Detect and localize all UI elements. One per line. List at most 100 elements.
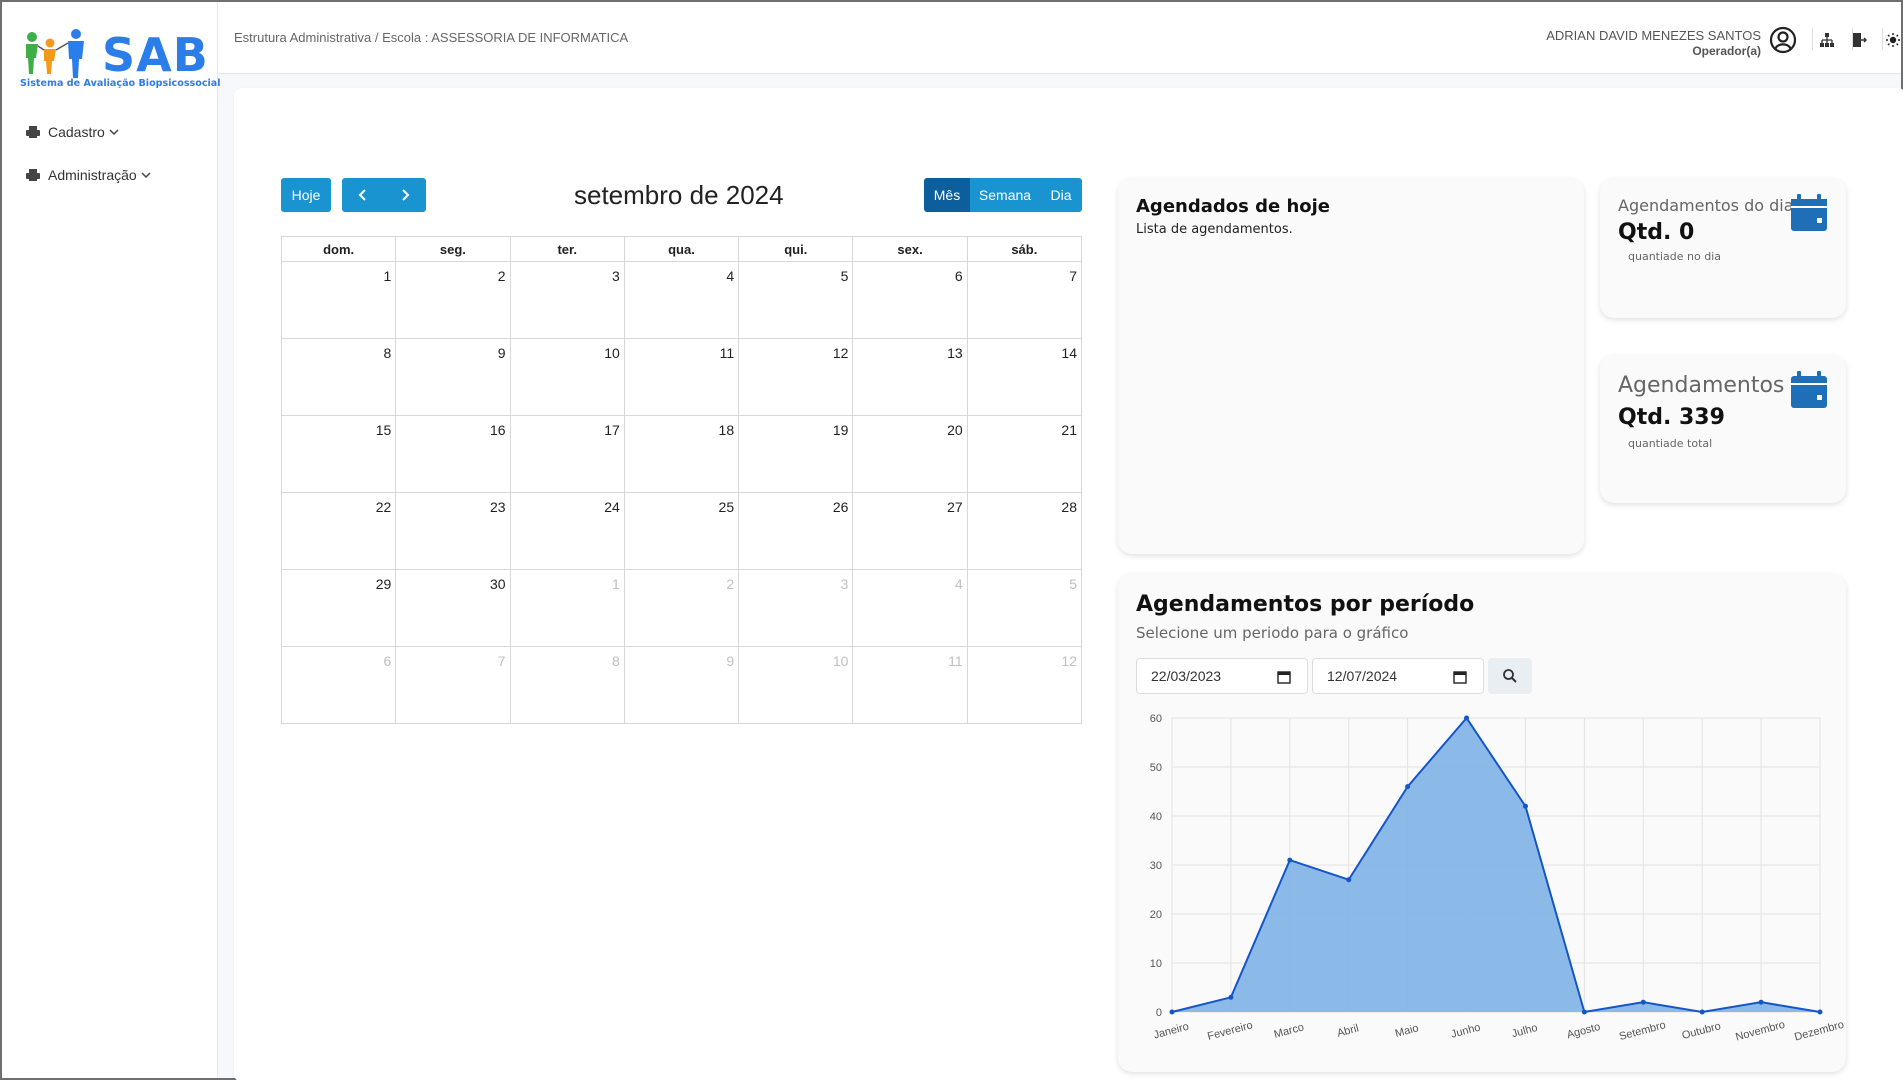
day-cell[interactable]: 16	[395, 415, 511, 493]
x-tick-label: Maio	[1394, 1022, 1420, 1040]
view-day-button[interactable]: Dia	[1040, 178, 1082, 212]
day-cell[interactable]: 22	[280, 492, 397, 570]
x-tick-label: Setembro	[1618, 1019, 1667, 1043]
day-cell[interactable]: 5	[738, 261, 854, 339]
day-cell[interactable]: 23	[395, 492, 511, 570]
view-week-button[interactable]: Semana	[970, 178, 1040, 212]
card-subtitle: Lista de agendamentos.	[1136, 222, 1293, 237]
day-cell[interactable]: 11	[623, 338, 740, 416]
day-cell[interactable]: 9	[395, 338, 511, 416]
day-cell-other-month[interactable]: 6	[280, 646, 397, 724]
day-cell-other-month[interactable]: 7	[395, 646, 511, 724]
x-tick-label: Outubro	[1681, 1020, 1723, 1042]
weekday-header: qui.	[738, 236, 854, 262]
day-cell[interactable]: 30	[395, 569, 511, 647]
chevron-down-icon	[141, 172, 151, 179]
day-cell[interactable]: 3	[509, 261, 625, 339]
calendar-picker-icon[interactable]	[1453, 670, 1467, 684]
day-cell[interactable]: 13	[852, 338, 968, 416]
calendar-week-row: 22 23 24 25 26 27 28	[280, 492, 1083, 570]
stat-sub: quantiade total	[1628, 437, 1713, 450]
weekday-header: seg.	[395, 236, 511, 262]
calendar-week-row: 29 30 1 2 3 4 5	[280, 569, 1083, 647]
end-date-input[interactable]: 12/07/2024	[1312, 658, 1484, 694]
calendar-week-row: 15 16 17 18 19 20 21	[280, 415, 1083, 493]
data-point	[1169, 1009, 1175, 1015]
weekday-header: sex.	[852, 236, 968, 262]
day-cell[interactable]: 15	[280, 415, 397, 493]
day-cell[interactable]: 2	[395, 261, 511, 339]
x-tick-label: Abril	[1336, 1022, 1360, 1039]
data-point	[1228, 994, 1234, 1000]
day-cell[interactable]: 29	[280, 569, 397, 647]
card-title: Agendados de hoje	[1136, 196, 1331, 217]
app-logo[interactable]: SAB Sistema de Avaliação Biopsicossocial	[20, 22, 221, 92]
day-cell-other-month[interactable]: 11	[852, 646, 968, 724]
day-cell[interactable]: 27	[852, 492, 968, 570]
day-cell[interactable]: 21	[966, 415, 1083, 493]
logout-icon[interactable]	[1845, 26, 1873, 54]
day-cell-other-month[interactable]: 1	[509, 569, 625, 647]
stat-value: Qtd. 0	[1618, 220, 1695, 245]
day-cell[interactable]: 8	[280, 338, 397, 416]
today-button[interactable]: Hoje	[281, 178, 331, 212]
data-point	[1464, 715, 1470, 721]
day-cell-other-month[interactable]: 3	[738, 569, 854, 647]
day-cell[interactable]: 20	[852, 415, 968, 493]
day-cell-other-month[interactable]: 5	[966, 569, 1083, 647]
day-cell-other-month[interactable]: 4	[852, 569, 968, 647]
sitemap-icon[interactable]	[1813, 26, 1841, 54]
chart-card-title: Agendamentos por período	[1136, 592, 1475, 617]
search-button[interactable]	[1488, 658, 1532, 694]
day-cell[interactable]: 1	[280, 261, 397, 339]
logo-subtitle: Sistema de Avaliação Biopsicossocial	[20, 78, 221, 89]
sidebar-item-administracao[interactable]: Administração	[26, 164, 151, 186]
day-cell[interactable]: 19	[738, 415, 854, 493]
day-cell[interactable]: 14	[966, 338, 1083, 416]
sidebar-item-cadastro[interactable]: Cadastro	[26, 121, 119, 143]
top-header: Estrutura Administrativa / Escola : ASSE…	[218, 2, 1901, 74]
printer-icon	[26, 169, 40, 181]
day-cell[interactable]: 7	[966, 261, 1083, 339]
data-point	[1522, 803, 1528, 809]
theme-sun-icon[interactable]	[1879, 26, 1903, 54]
sidebar: SAB Sistema de Avaliação Biopsicossocial…	[2, 2, 221, 1078]
stat-card-total: Agendamentos Qtd. 339 quantiade total	[1600, 355, 1846, 503]
day-cell[interactable]: 26	[738, 492, 854, 570]
user-profile-icon[interactable]	[1769, 26, 1797, 54]
data-point	[1640, 999, 1646, 1005]
start-date-input[interactable]: 22/03/2023	[1136, 658, 1308, 694]
day-cell-other-month[interactable]: 12	[966, 646, 1083, 724]
day-cell-other-month[interactable]: 10	[738, 646, 854, 724]
chevron-right-icon[interactable]	[398, 188, 412, 202]
day-cell[interactable]: 18	[623, 415, 740, 493]
day-cell[interactable]: 10	[509, 338, 625, 416]
calendar-icon	[1791, 194, 1827, 231]
weekday-header-row: dom. seg. ter. qua. qui. sex. sáb.	[280, 236, 1083, 262]
y-tick-label: 50	[1150, 762, 1162, 774]
day-cell-other-month[interactable]: 8	[509, 646, 625, 724]
data-point	[1405, 784, 1411, 790]
chevron-left-icon[interactable]	[356, 188, 370, 202]
y-tick-label: 0	[1156, 1007, 1162, 1019]
view-month-button[interactable]: Mês	[924, 178, 970, 212]
day-cell[interactable]: 24	[509, 492, 625, 570]
family-logo-icon	[26, 29, 84, 78]
y-tick-label: 30	[1150, 860, 1162, 872]
day-cell[interactable]: 25	[623, 492, 740, 570]
x-tick-label: Novembro	[1734, 1019, 1786, 1044]
day-cell-other-month[interactable]: 9	[623, 646, 740, 724]
stat-card-day: Agendamentos do dia Qtd. 0 quantiade no …	[1600, 178, 1846, 318]
day-cell[interactable]: 17	[509, 415, 625, 493]
sidebar-item-label: Administração	[48, 167, 137, 183]
y-tick-label: 60	[1150, 713, 1162, 725]
day-cell[interactable]: 4	[623, 261, 740, 339]
day-cell-other-month[interactable]: 2	[623, 569, 740, 647]
calendar-view-switch: Mês Semana Dia	[924, 178, 1082, 212]
calendar-icon	[1791, 371, 1827, 408]
day-cell[interactable]: 28	[966, 492, 1083, 570]
day-cell[interactable]: 12	[738, 338, 854, 416]
calendar-picker-icon[interactable]	[1277, 670, 1291, 684]
data-point	[1346, 877, 1352, 883]
day-cell[interactable]: 6	[852, 261, 968, 339]
